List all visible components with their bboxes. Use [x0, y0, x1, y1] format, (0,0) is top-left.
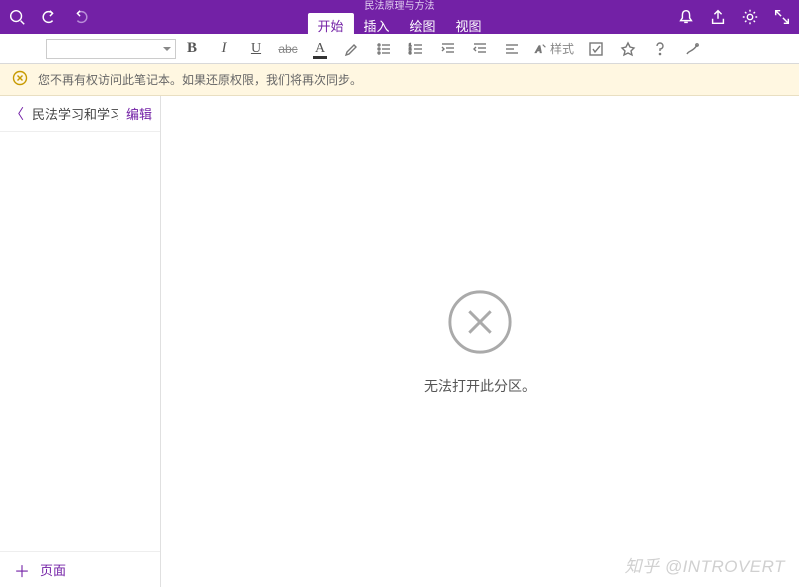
svg-text:3: 3 — [409, 50, 412, 55]
italic-button[interactable]: I — [208, 35, 240, 63]
undo-icon[interactable] — [40, 8, 58, 26]
section-name[interactable]: 民法学习和学习民法 — [32, 104, 118, 123]
edit-button[interactable]: 编辑 — [126, 104, 152, 123]
warning-bar: 您不再有权访问此笔记本。如果还原权限，我们将再次同步。 — [0, 64, 799, 96]
tab-view[interactable]: 视图 — [446, 13, 492, 39]
share-icon[interactable] — [709, 8, 727, 26]
fullscreen-icon[interactable] — [773, 8, 791, 26]
tab-insert[interactable]: 插入 — [353, 13, 399, 39]
settings-icon[interactable] — [741, 8, 759, 26]
redo-icon[interactable] — [72, 8, 90, 26]
content-area: 无法打开此分区。 — [161, 96, 799, 587]
back-icon[interactable]: 〈 — [10, 104, 24, 124]
underline-button[interactable]: U — [240, 35, 272, 63]
warning-message: 您不再有权访问此笔记本。如果还原权限，我们将再次同步。 — [38, 71, 362, 88]
star-tag-button[interactable] — [612, 35, 644, 63]
styles-button[interactable]: A 样式 — [528, 35, 580, 63]
align-button[interactable] — [496, 35, 528, 63]
plus-icon: ＋ — [14, 558, 30, 582]
font-color-swatch — [313, 56, 327, 59]
tab-draw[interactable]: 绘图 — [400, 13, 446, 39]
ink-button[interactable] — [676, 35, 708, 63]
notification-icon[interactable] — [677, 8, 695, 26]
add-page-button[interactable]: ＋ 页面 — [0, 551, 160, 587]
empty-state-message: 无法打开此分区。 — [424, 376, 536, 396]
todo-tag-button[interactable] — [580, 35, 612, 63]
question-tag-button[interactable] — [644, 35, 676, 63]
font-family-select[interactable] — [46, 39, 176, 59]
bold-button[interactable]: B — [176, 35, 208, 63]
search-icon[interactable] — [8, 8, 26, 26]
font-color-button[interactable]: A — [304, 35, 336, 63]
error-circle-icon — [446, 288, 514, 356]
warning-close-icon[interactable] — [12, 70, 28, 89]
document-title: 民法原理与方法 — [365, 1, 435, 12]
svg-text:A: A — [535, 44, 542, 54]
strikethrough-button[interactable]: abc — [272, 35, 304, 63]
add-page-label: 页面 — [40, 560, 66, 579]
sidebar: 〈 民法学习和学习民法 编辑 ＋ 页面 — [0, 96, 161, 587]
